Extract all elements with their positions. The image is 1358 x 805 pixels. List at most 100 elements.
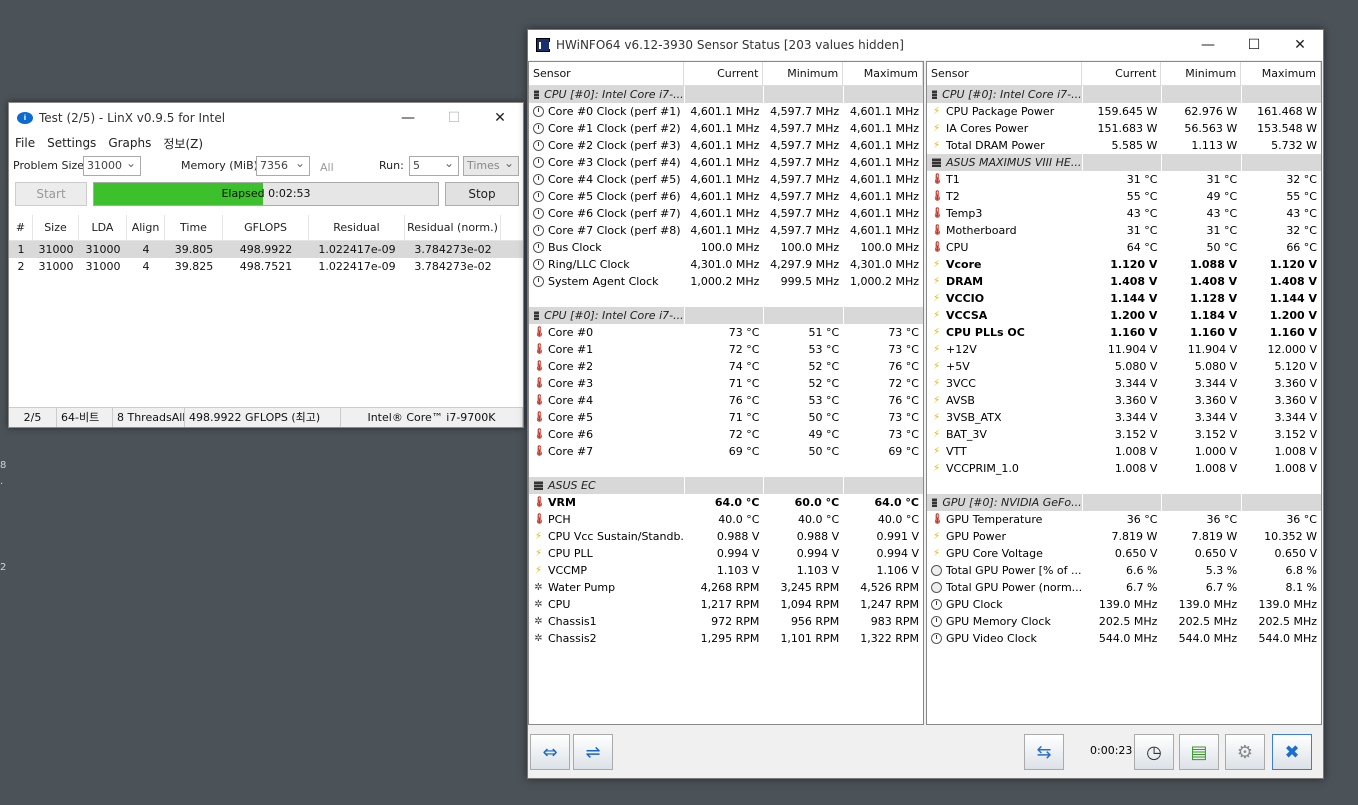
sensor-row[interactable]: GPU Video Clock 544.0 MHz 544.0 MHz 544.0 M… bbox=[927, 630, 1321, 647]
table-row[interactable]: 2 31000 31000 4 39.825 498.7521 1.022417e-09 3.… bbox=[9, 258, 523, 275]
problem-size-combo[interactable]: 31000 bbox=[83, 154, 141, 176]
column-header[interactable]: Current bbox=[684, 62, 764, 85]
menu-graphs[interactable]: Graphs bbox=[108, 136, 151, 150]
hwinfo-titlebar[interactable]: HWiNFO64 v6.12-3930 Sensor Status [203 v… bbox=[528, 30, 1323, 60]
sensor-row[interactable]: 🌡 Temp3 43 °C 43 °C 43 °C bbox=[927, 205, 1321, 222]
reset-timer-button[interactable]: ◷ bbox=[1134, 734, 1174, 770]
column-header[interactable]: # bbox=[9, 215, 33, 240]
sensor-row[interactable]: ⚡ +12V 11.904 V 11.904 V 12.000 V bbox=[927, 341, 1321, 358]
sensor-row[interactable]: ⚡ VCCIO 1.144 V 1.128 V 1.144 V bbox=[927, 290, 1321, 307]
column-header[interactable]: Minimum bbox=[763, 62, 844, 85]
sensor-row[interactable]: 🌡 Core #7 69 °C 50 °C 69 °C bbox=[529, 443, 923, 460]
sensor-row[interactable]: ⚡ BAT_3V 3.152 V 3.152 V 3.152 V bbox=[927, 426, 1321, 443]
sensor-group-header[interactable]: CPU [#0]: Intel Core i7-... bbox=[927, 86, 1321, 103]
sensor-group-header[interactable]: ASUS EC bbox=[529, 477, 923, 494]
sensor-row[interactable]: 🌡 VRM 64.0 °C 60.0 °C 64.0 °C bbox=[529, 494, 923, 511]
sensor-row[interactable]: ⚡ AVSB 3.360 V 3.360 V 3.360 V bbox=[927, 392, 1321, 409]
sensor-group-header[interactable]: GPU [#0]: NVIDIA GeFo... bbox=[927, 494, 1321, 511]
sensor-row[interactable]: Core #3 Clock (perf #4) 4,601.1 MHz 4,597.… bbox=[529, 154, 923, 171]
sensor-row[interactable]: Ring/LLC Clock 4,301.0 MHz 4,297.9 MHz 4,30… bbox=[529, 256, 923, 273]
sensor-row[interactable]: ✲ Chassis1 972 RPM 956 RPM 983 RPM bbox=[529, 613, 923, 630]
sensor-row[interactable]: ⚡ Vcore 1.120 V 1.088 V 1.120 V bbox=[927, 256, 1321, 273]
sensor-row[interactable]: 🌡 GPU Temperature 36 °C 36 °C 36 °C bbox=[927, 511, 1321, 528]
minimize-button[interactable]: — bbox=[385, 103, 431, 133]
sensor-row[interactable]: 🌡 Core #0 73 °C 51 °C 73 °C bbox=[529, 324, 923, 341]
sensor-row[interactable]: ✲ CPU 1,217 RPM 1,094 RPM 1,247 RPM bbox=[529, 596, 923, 613]
sensor-row[interactable]: 🌡 Core #2 74 °C 52 °C 76 °C bbox=[529, 358, 923, 375]
column-header[interactable]: GFLOPS bbox=[223, 215, 309, 240]
sensor-row[interactable]: ⚡ VCCSA 1.200 V 1.184 V 1.200 V bbox=[927, 307, 1321, 324]
sensor-row[interactable]: ⚡ VTT 1.008 V 1.000 V 1.008 V bbox=[927, 443, 1321, 460]
sensor-row[interactable]: Core #4 Clock (perf #5) 4,601.1 MHz 4,597.… bbox=[529, 171, 923, 188]
sensor-row[interactable]: Core #7 Clock (perf #8) 4,601.1 MHz 4,597.… bbox=[529, 222, 923, 239]
sensor-row[interactable]: GPU Memory Clock 202.5 MHz 202.5 MHz 202.5 … bbox=[927, 613, 1321, 630]
sensor-row[interactable]: 🌡 Core #3 71 °C 52 °C 72 °C bbox=[529, 375, 923, 392]
sensor-row[interactable]: ⚡ GPU Power 7.819 W 7.819 W 10.352 W bbox=[927, 528, 1321, 545]
close-button[interactable]: ✕ bbox=[1277, 30, 1323, 60]
sensor-row[interactable]: ⚡ CPU Package Power 159.645 W 62.976 W 161.4… bbox=[927, 103, 1321, 120]
minimize-button[interactable]: — bbox=[1185, 30, 1231, 60]
sensor-row[interactable]: 🌡 T2 55 °C 49 °C 55 °C bbox=[927, 188, 1321, 205]
run-combo[interactable]: 5 bbox=[409, 154, 459, 176]
column-header[interactable]: Minimum bbox=[1161, 62, 1242, 85]
sensor-row[interactable]: ⚡ CPU PLL 0.994 V 0.994 V 0.994 V bbox=[529, 545, 923, 562]
sensor-row[interactable]: Total GPU Power [% of ... 6.6 % 5.3 % 6.8 % bbox=[927, 562, 1321, 579]
sensor-row[interactable]: 🌡 Core #4 76 °C 53 °C 76 °C bbox=[529, 392, 923, 409]
sensor-panel-right[interactable]: Sensor Current Minimum Maximum CPU [#0]: Int… bbox=[926, 61, 1322, 725]
sensor-row[interactable]: ⚡ +5V 5.080 V 5.080 V 5.120 V bbox=[927, 358, 1321, 375]
sensor-row[interactable]: 🌡 PCH 40.0 °C 40.0 °C 40.0 °C bbox=[529, 511, 923, 528]
sensor-row[interactable]: ⚡ VCCMP 1.103 V 1.103 V 1.106 V bbox=[529, 562, 923, 579]
settings-button[interactable]: ⚙ bbox=[1225, 734, 1265, 770]
memory-combo[interactable]: 7356 bbox=[256, 154, 310, 176]
column-header[interactable]: Current bbox=[1082, 62, 1162, 85]
column-header[interactable]: Residual bbox=[309, 215, 405, 240]
column-header[interactable]: Size bbox=[33, 215, 79, 240]
sensor-row[interactable]: ✲ Water Pump 4,268 RPM 3,245 RPM 4,526 RPM bbox=[529, 579, 923, 596]
sensor-row[interactable]: ⚡ 3VSB_ATX 3.344 V 3.344 V 3.344 V bbox=[927, 409, 1321, 426]
sensor-row[interactable]: GPU Clock 139.0 MHz 139.0 MHz 139.0 MHz bbox=[927, 596, 1321, 613]
menu-about[interactable]: 정보(Z) bbox=[163, 135, 203, 152]
all-checkbox-label[interactable]: All bbox=[320, 161, 334, 174]
sensor-row[interactable]: Core #6 Clock (perf #7) 4,601.1 MHz 4,597.… bbox=[529, 205, 923, 222]
column-header[interactable]: Residual (norm.) bbox=[405, 215, 501, 240]
table-row[interactable]: 1 31000 31000 4 39.805 498.9922 1.022417e-09 3.… bbox=[9, 241, 523, 258]
sensor-group-header[interactable]: ASUS MAXIMUS VIII HE... bbox=[927, 154, 1321, 171]
sensor-group-header[interactable]: CPU [#0]: Intel Core i7-... bbox=[529, 307, 923, 324]
sensor-row[interactable]: ⚡ IA Cores Power 151.683 W 56.563 W 153.548 … bbox=[927, 120, 1321, 137]
stop-button[interactable]: Stop bbox=[445, 182, 519, 206]
sensor-row[interactable]: 🌡 T1 31 °C 31 °C 32 °C bbox=[927, 171, 1321, 188]
sensor-row[interactable]: Total GPU Power (norm... 6.7 % 6.7 % 8.1 % bbox=[927, 579, 1321, 596]
expand-panels-button[interactable]: ⇔ bbox=[530, 734, 570, 770]
sensor-row[interactable]: Core #5 Clock (perf #6) 4,601.1 MHz 4,597.… bbox=[529, 188, 923, 205]
sensor-row[interactable]: 🌡 CPU 64 °C 50 °C 66 °C bbox=[927, 239, 1321, 256]
maximize-button[interactable]: ☐ bbox=[1231, 30, 1277, 60]
sensor-group-header[interactable]: CPU [#0]: Intel Core i7-... bbox=[529, 86, 923, 103]
sensor-row[interactable]: Bus Clock 100.0 MHz 100.0 MHz 100.0 MHz bbox=[529, 239, 923, 256]
column-header[interactable]: Sensor bbox=[529, 62, 684, 85]
column-header[interactable]: Maximum bbox=[1241, 62, 1321, 85]
column-header[interactable]: Maximum bbox=[843, 62, 923, 85]
sensor-row[interactable]: Core #2 Clock (perf #3) 4,601.1 MHz 4,597.… bbox=[529, 137, 923, 154]
sensor-row[interactable]: System Agent Clock 1,000.2 MHz 999.5 MHz 1,… bbox=[529, 273, 923, 290]
sensor-row[interactable]: ⚡ CPU Vcc Sustain/Standb... 0.988 V 0.988 V… bbox=[529, 528, 923, 545]
sensor-row[interactable]: ⚡ GPU Core Voltage 0.650 V 0.650 V 0.650 V bbox=[927, 545, 1321, 562]
network-button[interactable]: ⇆ bbox=[1024, 734, 1064, 770]
close-button[interactable]: ✕ bbox=[477, 103, 523, 133]
menu-settings[interactable]: Settings bbox=[47, 136, 96, 150]
collapse-panels-button[interactable]: ⇌ bbox=[573, 734, 613, 770]
linx-titlebar[interactable]: i Test (2/5) - LinX v0.9.5 for Intel — ☐… bbox=[9, 103, 523, 133]
sensor-row[interactable]: 🌡 Core #6 72 °C 49 °C 73 °C bbox=[529, 426, 923, 443]
sensor-row[interactable]: ⚡ Total DRAM Power 5.585 W 1.113 W 5.732 W bbox=[927, 137, 1321, 154]
sensor-row[interactable]: ✲ Chassis2 1,295 RPM 1,101 RPM 1,322 RPM bbox=[529, 630, 923, 647]
sensor-row[interactable]: ⚡ 3VCC 3.344 V 3.344 V 3.360 V bbox=[927, 375, 1321, 392]
sensor-row[interactable]: ⚡ CPU PLLs OC 1.160 V 1.160 V 1.160 V bbox=[927, 324, 1321, 341]
menu-file[interactable]: File bbox=[15, 136, 35, 150]
column-header[interactable]: Time bbox=[165, 215, 223, 240]
logging-button[interactable]: ▤ bbox=[1179, 734, 1219, 770]
sensor-row[interactable]: ⚡ VCCPRIM_1.0 1.008 V 1.008 V 1.008 V bbox=[927, 460, 1321, 477]
column-header[interactable]: Sensor bbox=[927, 62, 1082, 85]
sensor-row[interactable]: 🌡 Core #5 71 °C 50 °C 73 °C bbox=[529, 409, 923, 426]
column-header[interactable]: Align bbox=[127, 215, 165, 240]
sensor-panel-left[interactable]: Sensor Current Minimum Maximum CPU [#0]: Int… bbox=[528, 61, 924, 725]
sensor-row[interactable]: Core #0 Clock (perf #1) 4,601.1 MHz 4,597.… bbox=[529, 103, 923, 120]
